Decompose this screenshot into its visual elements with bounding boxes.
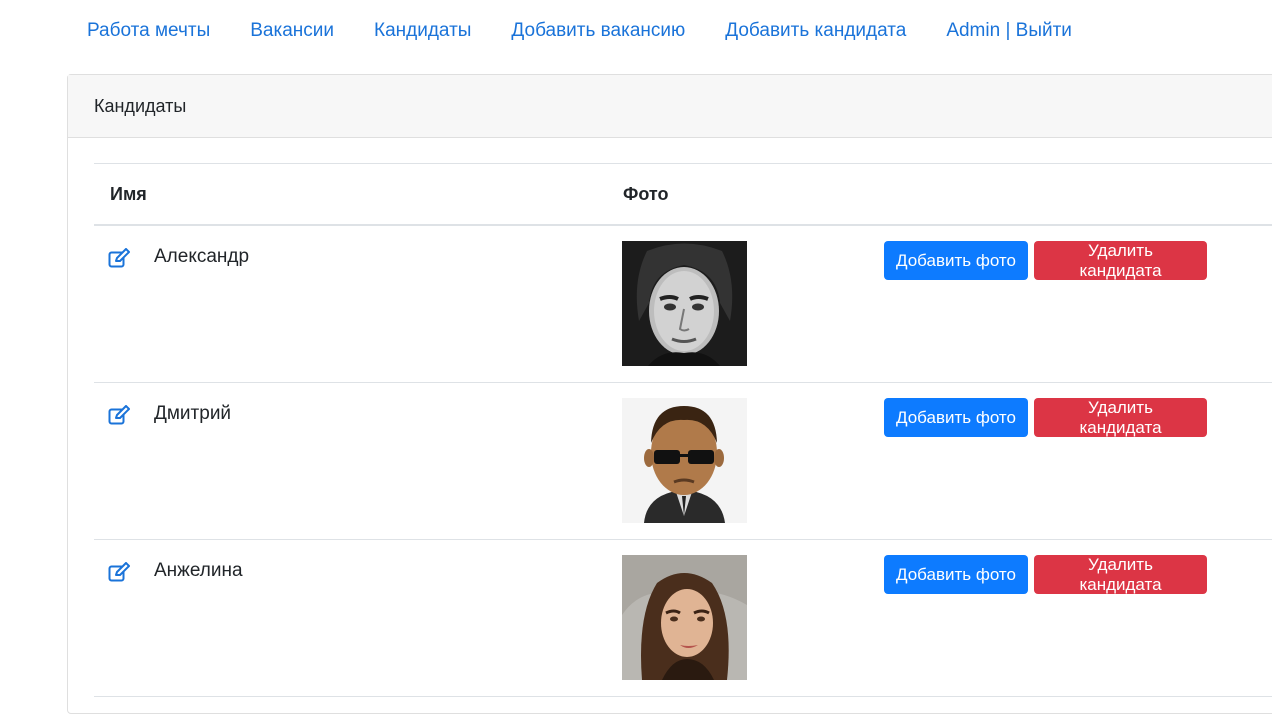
add-photo-button[interactable]: Добавить фото [884,241,1028,280]
nav-candidates[interactable]: Кандидаты [374,20,471,42]
portrait-cartoon-agent-icon [622,398,747,523]
column-header-photo: Фото [623,184,669,204]
nav-add-candidate[interactable]: Добавить кандидата [725,20,906,42]
portrait-painting-woman-icon [622,555,747,680]
candidate-name: Анжелина [154,560,243,581]
candidates-table: Имя Фото Александр Добавить фото Удалить… [94,163,1272,697]
top-nav: Работа мечты Вакансии Кандидаты Добавить… [0,0,1272,62]
delete-candidate-button[interactable]: Удалить кандидата [1034,398,1207,437]
table-row: Александр Добавить фото Удалить кандидат… [94,226,1272,383]
card-header: Кандидаты [68,75,1272,138]
delete-candidate-button[interactable]: Удалить кандидата [1034,555,1207,594]
nav-dream-job[interactable]: Работа мечты [87,20,210,42]
table-row: Дмитрий Добавить фото Удалить кандидата [94,383,1272,540]
table-header: Имя Фото [94,163,1272,226]
nav-vacancies[interactable]: Вакансии [250,20,334,42]
candidates-card: Кандидаты Имя Фото Александр Добавить фо… [67,74,1272,714]
add-photo-button[interactable]: Добавить фото [884,398,1028,437]
add-photo-button[interactable]: Добавить фото [884,555,1028,594]
nav-logout[interactable]: Admin | Выйти [946,20,1072,42]
portrait-photo-bw-man-icon [622,241,747,366]
delete-candidate-button[interactable]: Удалить кандидата [1034,241,1207,280]
candidate-name: Дмитрий [154,403,232,424]
nav-add-vacancy[interactable]: Добавить вакансию [511,20,685,42]
candidate-name: Александр [154,246,250,267]
edit-icon[interactable] [108,405,130,425]
table-row: Анжелина Добавить фото Удалить кандидата [94,540,1272,697]
edit-icon[interactable] [108,562,130,582]
column-header-name: Имя [110,184,147,204]
edit-icon[interactable] [108,248,130,268]
